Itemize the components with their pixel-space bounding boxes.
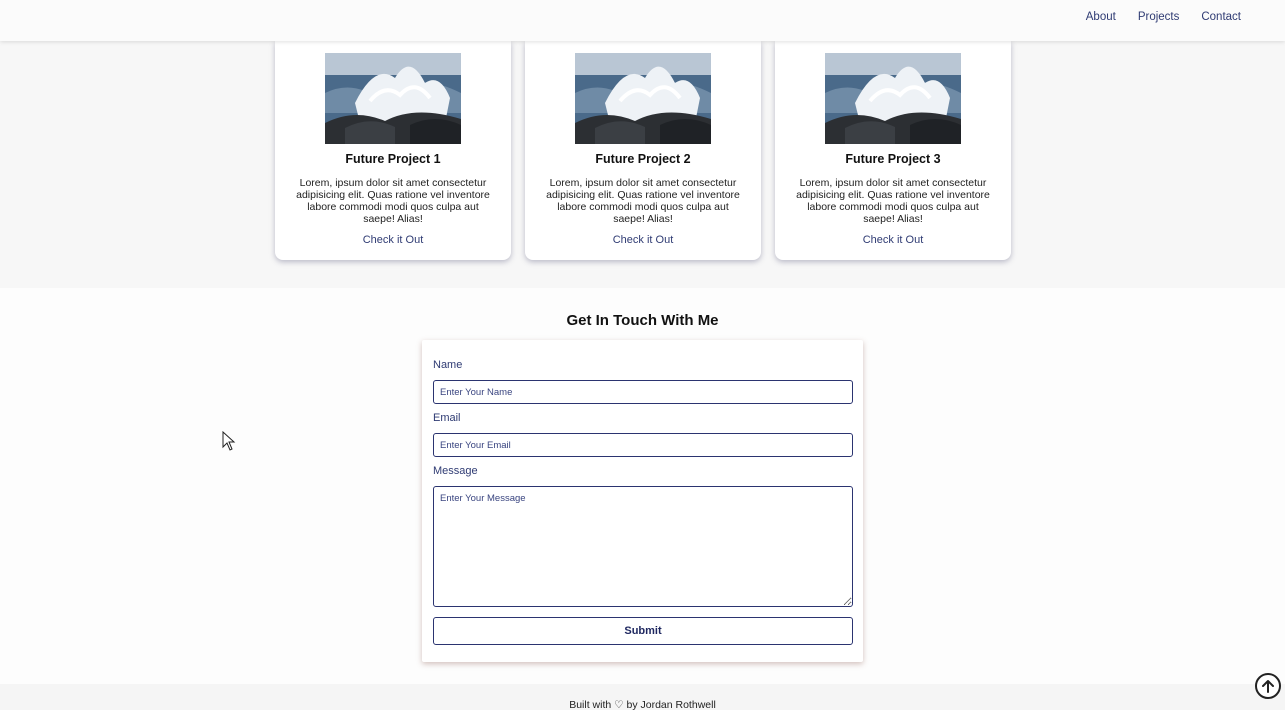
project-card: Future Project 3 Lorem, ipsum dolor sit …	[775, 41, 1011, 260]
project-card: Future Project 2 Lorem, ipsum dolor sit …	[525, 41, 761, 260]
project-title: Future Project 3	[845, 152, 941, 166]
project-description: Lorem, ipsum dolor sit amet consectetur …	[796, 177, 990, 225]
nav-link-contact[interactable]: Contact	[1201, 11, 1241, 23]
project-cards: Future Project 1 Lorem, ipsum dolor sit …	[275, 41, 1011, 260]
submit-button[interactable]: Submit	[433, 617, 853, 645]
check-it-out-link[interactable]: Check it Out	[275, 234, 511, 246]
navbar: About Projects Contact	[0, 0, 1285, 41]
footer: Built with ♡ by Jordan Rothwell	[0, 684, 1285, 710]
project-image	[575, 53, 711, 144]
name-label: Name	[433, 359, 463, 371]
project-title: Future Project 2	[595, 152, 691, 166]
contact-title: Get In Touch With Me	[566, 312, 719, 329]
project-card: Future Project 1 Lorem, ipsum dolor sit …	[275, 41, 511, 260]
project-image	[325, 53, 461, 144]
check-it-out-link[interactable]: Check it Out	[775, 234, 1011, 246]
project-title: Future Project 1	[345, 152, 441, 166]
nav-link-about[interactable]: About	[1086, 11, 1116, 23]
nav-links: About Projects Contact	[1086, 11, 1241, 23]
footer-credit: Built with ♡ by Jordan Rothwell	[569, 699, 716, 710]
message-label: Message	[433, 465, 478, 477]
mouse-cursor-icon	[222, 431, 236, 451]
email-input[interactable]	[433, 433, 853, 457]
project-description: Lorem, ipsum dolor sit amet consectetur …	[546, 177, 740, 225]
contact-form: Name Email Message Submit	[422, 340, 863, 662]
name-input[interactable]	[433, 380, 853, 404]
arrow-up-circle-icon	[1262, 680, 1274, 693]
contact-section: Get In Touch With Me Name Email Message …	[0, 288, 1285, 684]
check-it-out-link[interactable]: Check it Out	[525, 234, 761, 246]
project-image	[825, 53, 961, 144]
message-textarea[interactable]	[433, 486, 853, 607]
back-to-top-button[interactable]	[1255, 673, 1281, 699]
nav-link-projects[interactable]: Projects	[1138, 11, 1180, 23]
email-label: Email	[433, 412, 461, 424]
project-description: Lorem, ipsum dolor sit amet consectetur …	[296, 177, 490, 225]
projects-section: Future Project 1 Lorem, ipsum dolor sit …	[0, 0, 1285, 288]
